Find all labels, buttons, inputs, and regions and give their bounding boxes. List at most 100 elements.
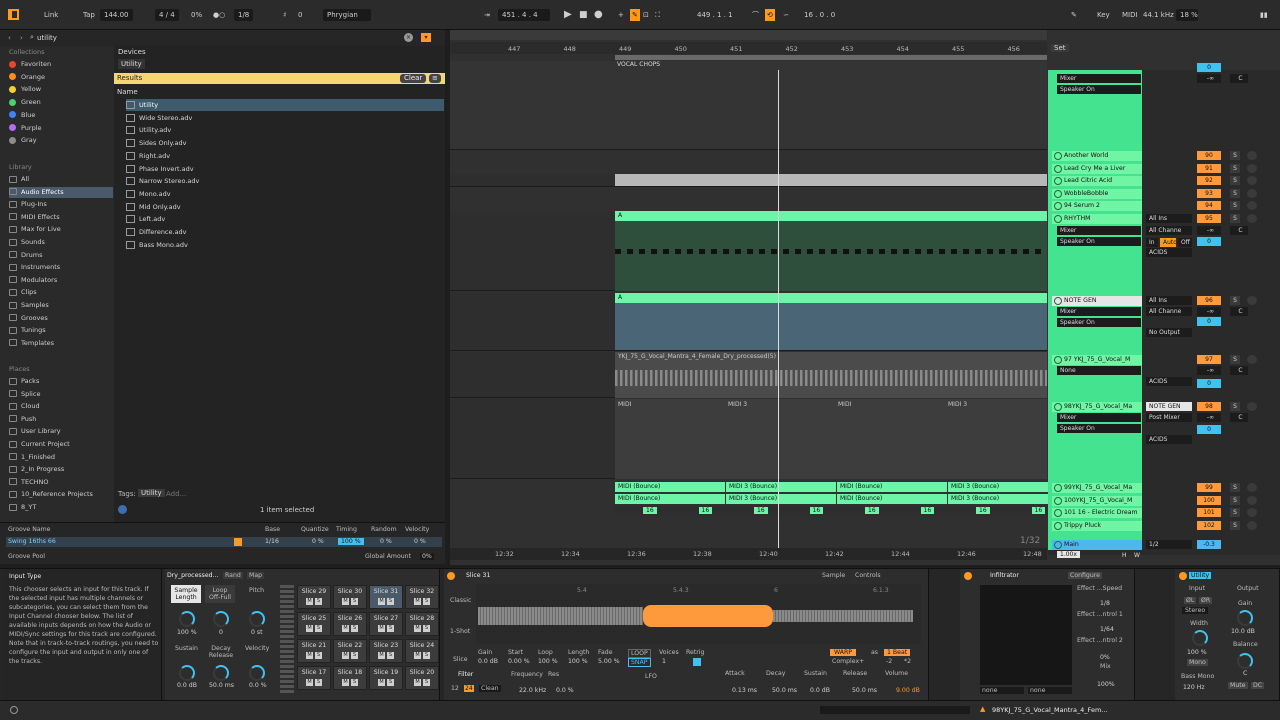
quantize-field[interactable]: 1/8 [234,9,254,21]
arm-button[interactable] [1247,151,1257,160]
macro-knob-2[interactable] [213,611,229,627]
tempo-field[interactable]: 144.00 [100,9,133,21]
groove-timing[interactable]: 100 % [338,538,364,545]
bounce-clip[interactable]: MIDI (Bounce) [615,482,725,492]
loop-length-field[interactable]: 16 . 0 . 0 [804,9,835,21]
solo-pad-button[interactable]: S [351,625,358,632]
speaker-dropdown[interactable]: Speaker On [1057,318,1141,327]
arm-button[interactable] [1247,176,1257,185]
library-item-sounds[interactable]: Sounds [9,237,113,248]
file-item[interactable]: Utility [126,99,444,111]
loop-start-field[interactable]: 449 . 1 . 1 [697,9,733,21]
solo-button[interactable]: S [1230,483,1240,492]
phase-left[interactable]: ØL [1184,597,1197,604]
track-volume[interactable]: 92 [1197,176,1221,185]
decay-value[interactable]: 50.0 ms [772,687,797,694]
mute-pad-button[interactable]: M [342,652,349,659]
infiltrator-power-icon[interactable] [964,572,972,580]
track-volume[interactable]: 93 [1197,189,1221,198]
library-item-plug-ins[interactable]: Plug-Ins [9,199,113,210]
rand-button[interactable]: Rand [223,572,243,579]
solo-button[interactable]: S [1230,496,1240,505]
time-signature-field[interactable]: 4 / 4 [155,9,179,21]
metronome-icon[interactable]: ●○ [213,9,225,21]
macro-knob-6[interactable] [249,665,265,681]
solo-pad-button[interactable]: S [351,679,358,686]
library-item-clips[interactable]: Clips [9,287,113,298]
mute-pad-button[interactable]: M [414,679,421,686]
track-activator-icon[interactable] [1054,152,1062,160]
slice-mode[interactable]: Slice [453,656,468,663]
fade-value[interactable]: 5.00 % [598,658,620,665]
mixer-dropdown[interactable]: Mixer [1057,307,1141,316]
file-item[interactable]: Mono.adv [126,188,444,200]
bass-mono-freq[interactable]: 120 Hz [1183,684,1205,691]
mute-pad-button[interactable]: M [306,598,313,605]
bass-mono-button[interactable]: Bass Mono [1181,673,1214,680]
arm-button[interactable] [1247,483,1257,492]
sample-tab[interactable]: Sample [822,572,845,579]
frequency-value[interactable]: 22.0 kHz [519,687,546,694]
mute-button[interactable]: Mute [1228,682,1248,689]
song-position-field[interactable]: 451 . 4 . 4 [498,9,550,21]
filter-icon[interactable]: ▾ [421,33,431,42]
clear-button[interactable]: Clear [400,74,427,83]
groove-base[interactable]: 1/16 [265,538,279,545]
track-header[interactable]: Another World [1052,151,1142,161]
track-volume[interactable]: 94 [1197,201,1221,210]
bounce-clip[interactable]: MIDI (Bounce) [837,494,947,504]
bounce-clip[interactable]: MIDI 3 (Bounce) [726,494,836,504]
track-volume[interactable]: 98 [1197,402,1221,411]
track-volume[interactable]: 90 [1197,151,1221,160]
attack-value[interactable]: 0.13 ms [732,687,757,694]
link-button[interactable]: Link [44,9,58,21]
track-volume[interactable]: 100 [1197,496,1221,505]
stop-icon[interactable]: ■ [579,9,588,21]
control2-value[interactable]: 0% [1100,654,1110,661]
solo-button[interactable]: S [1230,189,1240,198]
arm-button[interactable] [1247,201,1257,210]
key-icon[interactable]: ♯ [283,9,286,21]
drum-pad[interactable]: Slice 30 M S [333,585,367,609]
pan-value[interactable]: C [1230,307,1248,316]
collection-gray[interactable]: Gray [9,135,113,146]
mute-pad-button[interactable]: M [306,625,313,632]
start-value[interactable]: 0.00 % [508,658,530,665]
file-item[interactable]: Utility.adv [126,124,444,136]
track-volume[interactable]: 99 [1197,483,1221,492]
solo-pad-button[interactable]: S [351,652,358,659]
input-none[interactable]: None [1057,366,1141,375]
speaker-dropdown[interactable]: Speaker On [1057,424,1141,433]
collection-green[interactable]: Green [9,97,113,108]
solo-pad-button[interactable]: S [423,679,430,686]
pad-overview[interactable] [280,585,294,695]
solo-pad-button[interactable]: S [423,625,430,632]
balance-knob[interactable] [1237,653,1253,669]
mute-pad-button[interactable]: M [342,598,349,605]
add-icon[interactable]: + [618,9,624,21]
sends-value[interactable]: -∞ [1197,366,1221,375]
pan-value[interactable]: C [1230,413,1248,422]
track-activator-icon[interactable] [1054,484,1062,492]
arm-button[interactable] [1247,164,1257,173]
solo-button[interactable]: S [1230,296,1240,305]
mute-pad-button[interactable]: M [342,625,349,632]
macro-knob-3[interactable] [249,611,265,627]
solo-pad-button[interactable]: S [423,652,430,659]
library-item-instruments[interactable]: Instruments [9,262,113,273]
drum-pad[interactable]: Slice 27 M S [369,612,403,636]
drum-pad[interactable]: Slice 20 M S [405,666,439,690]
overview-mini[interactable] [820,706,970,714]
places-item[interactable]: 8_YT [9,502,113,513]
places-item[interactable]: 2_In Progress [9,464,113,475]
lfo-toggle[interactable]: LFO [645,673,657,680]
track-activator-icon[interactable] [1054,165,1062,173]
solo-pad-button[interactable]: S [387,598,394,605]
track-activator-icon[interactable] [1054,297,1062,305]
record-icon[interactable]: ● [594,9,603,21]
macro-knob-1[interactable] [179,611,195,627]
back-icon[interactable]: ‹ [8,34,11,42]
note-gen-clip-body[interactable] [615,303,1047,350]
solo-pad-button[interactable]: S [315,679,322,686]
note-gen-clip-header[interactable]: A [615,293,1047,303]
